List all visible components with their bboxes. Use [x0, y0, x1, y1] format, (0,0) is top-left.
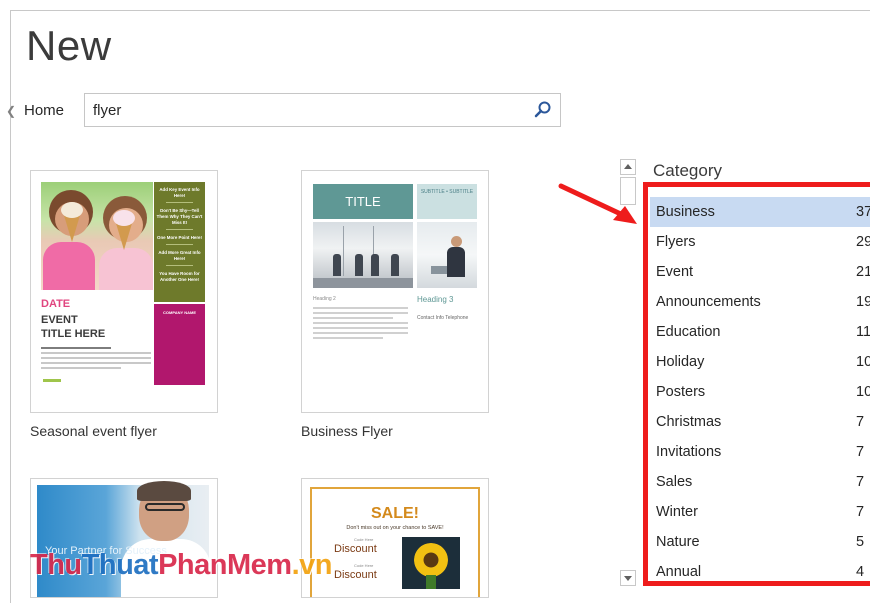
category-item-event[interactable]: Event 21 [650, 257, 870, 287]
meeting-photo [313, 222, 413, 288]
sale-title: SALE! [371, 505, 419, 522]
category-item-winter[interactable]: Winter 7 [650, 497, 870, 527]
flyer-sidebar-pink: COMPANY NAME [154, 304, 205, 385]
category-item-flyers[interactable]: Flyers 29 [650, 227, 870, 257]
template-business-flyer[interactable]: TITLE SUBTITLE • SUBTITLE Heading 2 Head… [301, 170, 489, 413]
search-input[interactable] [93, 100, 523, 120]
business-heading-3: Heading 3 [417, 295, 454, 304]
template-caption-business[interactable]: Business Flyer [301, 423, 393, 439]
search-icon[interactable] [532, 99, 554, 121]
kids-ice-cream-photo [41, 182, 153, 290]
category-item-sales[interactable]: Sales 7 [650, 467, 870, 497]
triangle-down-icon [624, 576, 632, 581]
back-caret-icon[interactable]: ❮ [6, 104, 16, 118]
category-list: Business 37 Flyers 29 Event 21 Announcement… [650, 197, 870, 587]
window-left-border [10, 10, 11, 603]
category-item-education[interactable]: Education 11 [650, 317, 870, 347]
category-item-nature[interactable]: Nature 5 [650, 527, 870, 557]
business-title-block: TITLE [313, 184, 413, 219]
sale-discount-1: Discount [334, 543, 377, 555]
search-box[interactable] [84, 93, 561, 127]
triangle-up-icon [624, 164, 632, 169]
sale-code-2: Code Here [354, 563, 374, 568]
flyer-body-text [41, 347, 151, 372]
template-caption-seasonal[interactable]: Seasonal event flyer [30, 423, 157, 439]
flyer-logo [43, 379, 61, 382]
template-seasonal-event-flyer[interactable]: Add Key Event Info Here! Don't Be Shy—Te… [30, 170, 218, 413]
watermark-logo: ThuThuatPhanMem.vn [30, 549, 332, 581]
category-item-invitations[interactable]: Invitations 7 [650, 437, 870, 467]
window-top-border [10, 10, 870, 11]
page-title: New [26, 22, 112, 69]
sunflower-photo [402, 537, 460, 589]
sale-subtitle: Don't miss out on your chance to SAVE! [346, 525, 444, 531]
flyer-event-title: EVENT TITLE HERE [41, 314, 106, 340]
category-item-posters[interactable]: Posters 10 [650, 377, 870, 407]
sale-code-1: Code Here [354, 537, 374, 542]
category-heading: Category [653, 161, 722, 180]
category-item-business[interactable]: Business 37 [650, 197, 870, 227]
business-contact: Contact Info Telephone [417, 315, 469, 321]
category-item-announcements[interactable]: Announcements 19 [650, 287, 870, 317]
business-subtitle-block: SUBTITLE • SUBTITLE [417, 184, 477, 219]
business-body-text [313, 307, 408, 342]
category-item-christmas[interactable]: Christmas 7 [650, 407, 870, 437]
flyer-sidebar-green: Add Key Event Info Here! Don't Be Shy—Te… [154, 182, 205, 302]
businesswoman-photo [417, 222, 477, 288]
glasses-shape [145, 503, 185, 511]
category-item-holiday[interactable]: Holiday 10 [650, 347, 870, 377]
red-arrow-icon [558, 183, 637, 224]
sale-discount-2: Discount [334, 569, 377, 581]
category-item-annual[interactable]: Annual 4 [650, 557, 870, 587]
partner-photo-hair [137, 481, 191, 501]
scroll-up-button[interactable] [620, 159, 636, 175]
scroll-down-button[interactable] [620, 570, 636, 586]
business-heading-2: Heading 2 [313, 296, 336, 302]
flyer-date: DATE [41, 298, 71, 310]
home-breadcrumb[interactable]: Home [24, 102, 64, 119]
